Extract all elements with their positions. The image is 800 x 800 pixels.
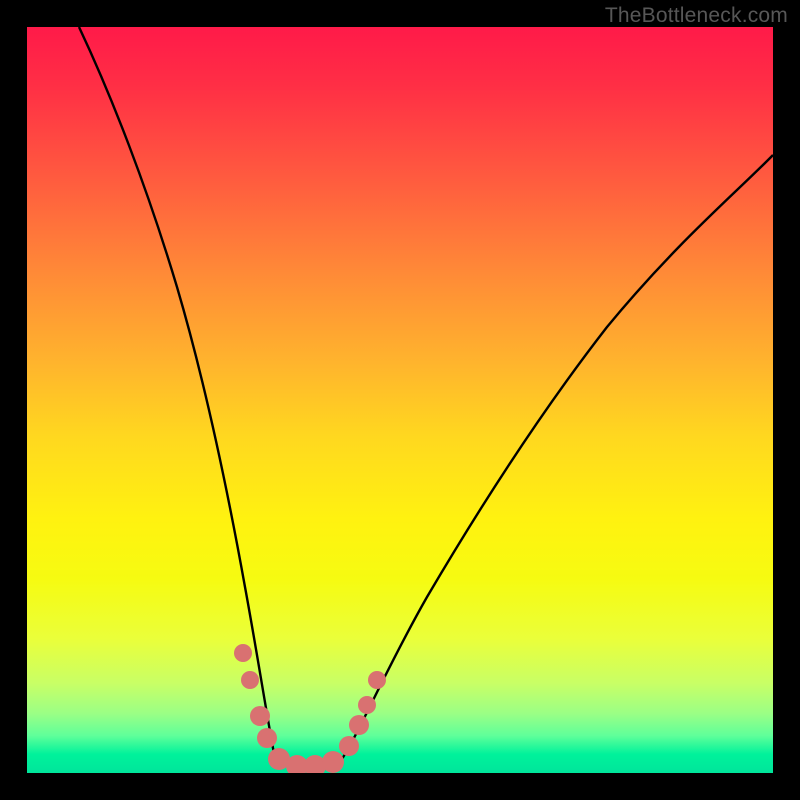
markers xyxy=(234,644,386,773)
plot-area xyxy=(27,27,773,773)
curve-right xyxy=(342,155,773,759)
watermark-text: TheBottleneck.com xyxy=(605,4,788,28)
curve-layer xyxy=(27,27,773,773)
